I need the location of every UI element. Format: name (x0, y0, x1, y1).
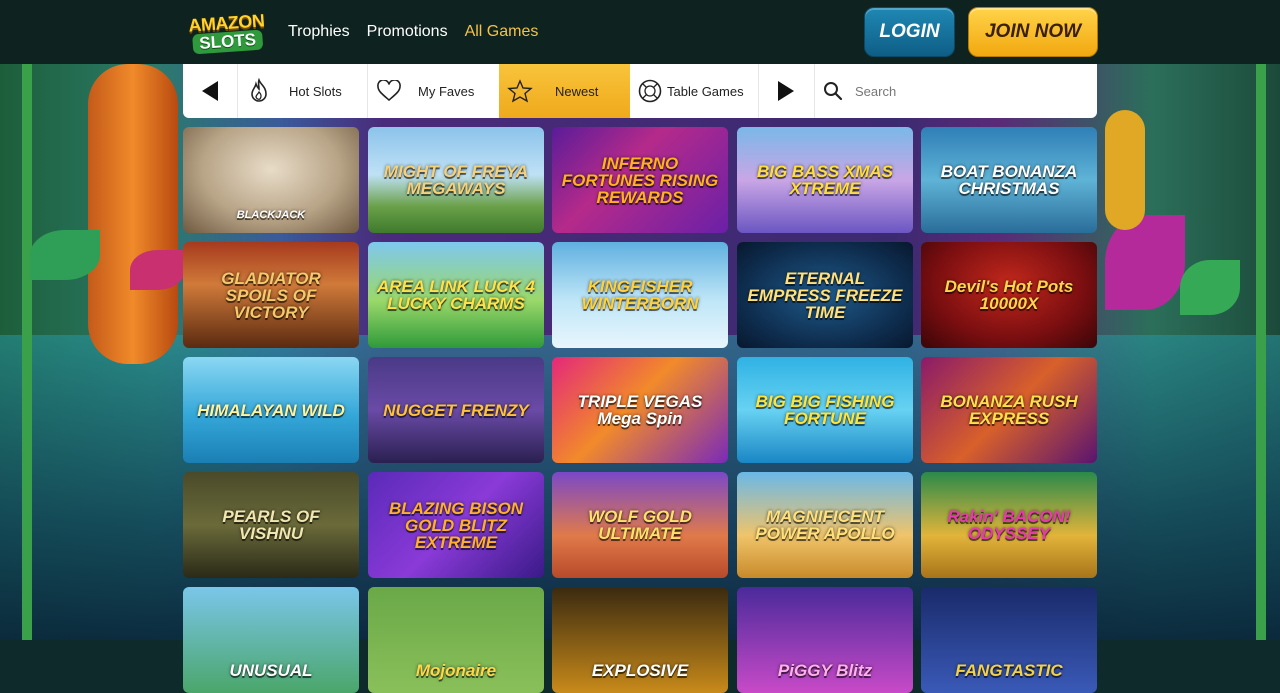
game-title: AREA LINK LUCK 4 LUCKY CHARMS (376, 277, 536, 313)
game-title: Devil's Hot Pots 10000X (944, 277, 1074, 313)
game-tile[interactable]: BLAZING BISON GOLD BLITZ EXTREME (368, 472, 544, 578)
brand-logo[interactable]: AMAZON SLOTS (180, 5, 273, 59)
game-title: Rakin' BACON! ODYSSEY (947, 507, 1071, 543)
game-tile[interactable]: GLADIATOR SPOILS OF VICTORY (183, 242, 359, 348)
filter-hot-slots[interactable]: Hot Slots (237, 64, 367, 118)
heart-icon (377, 80, 401, 102)
game-filter-bar: Hot Slots My Faves Newest Table Games (183, 64, 1097, 118)
game-tile[interactable]: TRIPLE VEGAS Mega Spin (552, 357, 728, 463)
game-title: FANGTASTIC (955, 660, 1063, 680)
game-tile[interactable]: KINGFISHER WINTERBORN (552, 242, 728, 348)
game-title: BLACKJACK (236, 208, 306, 221)
search-icon (824, 82, 843, 101)
right-green-leaf (1180, 260, 1240, 315)
game-tile[interactable]: Rakin' BACON! ODYSSEY (921, 472, 1097, 578)
game-tile[interactable]: Mojonaire (368, 587, 544, 693)
game-title: UNUSUAL (229, 660, 313, 680)
game-title: KINGFISHER WINTERBORN (581, 277, 699, 313)
game-tile[interactable]: INFERNO FORTUNES RISING REWARDS (552, 127, 728, 233)
search-box[interactable] (815, 64, 1097, 118)
game-title: EXPLOSIVE (591, 660, 689, 680)
game-tile[interactable]: Devil's Hot Pots 10000X (921, 242, 1097, 348)
left-leaf (30, 230, 100, 280)
game-title: HIMALAYAN WILD (197, 400, 345, 420)
game-title: WOLF GOLD ULTIMATE (588, 507, 692, 543)
right-bamboo (1256, 64, 1266, 640)
arrow-left-icon (202, 81, 218, 101)
game-tile[interactable]: PEARLS OF VISHNU (183, 472, 359, 578)
logo-text-bottom: SLOTS (191, 29, 264, 54)
game-title: PiGGY Blitz (777, 660, 873, 680)
game-title: BIG BASS XMAS XTREME (756, 162, 894, 198)
game-tile[interactable]: EXPLOSIVE (552, 587, 728, 693)
game-tile[interactable]: BOAT BONANZA CHRISTMAS (921, 127, 1097, 233)
search-input[interactable] (853, 82, 1077, 100)
game-title: BIG BIG FISHING FORTUNE (755, 392, 895, 428)
game-tile[interactable]: ETERNAL EMPRESS FREEZE TIME (737, 242, 913, 348)
game-title: BOAT BONANZA CHRISTMAS (940, 162, 1078, 198)
top-header: AMAZON SLOTS Trophies Promotions All Gam… (0, 0, 1280, 64)
flame-icon (251, 78, 267, 102)
game-tile[interactable]: MIGHT OF FREYA MEGAWAYS (368, 127, 544, 233)
filter-hot-slots-label: Hot Slots (289, 83, 342, 99)
game-tile[interactable]: WOLF GOLD ULTIMATE (552, 472, 728, 578)
game-tile[interactable]: NUGGET FRENZY (368, 357, 544, 463)
login-button[interactable]: LOGIN (864, 7, 955, 57)
game-tile[interactable]: HIMALAYAN WILD (183, 357, 359, 463)
left-pink-leaf (130, 250, 185, 290)
filter-table-games-label: Table Games (667, 83, 744, 99)
game-title: MIGHT OF FREYA MEGAWAYS (383, 162, 529, 198)
right-purple-leaf (1105, 215, 1185, 310)
game-tile[interactable]: PiGGY Blitz (737, 587, 913, 693)
arrow-right-icon (778, 81, 794, 101)
filter-newest-label: Newest (555, 83, 599, 99)
game-tile[interactable]: BIG BASS XMAS XTREME (737, 127, 913, 233)
game-title: PEARLS OF VISHNU (222, 507, 320, 543)
scroll-right-button[interactable] (758, 64, 814, 118)
game-title: GLADIATOR SPOILS OF VICTORY (221, 268, 321, 322)
game-title: MAGNIFICENT POWER APOLLO (755, 507, 895, 543)
nav-promotions[interactable]: Promotions (367, 23, 448, 41)
game-tile[interactable]: MAGNIFICENT POWER APOLLO (737, 472, 913, 578)
left-bamboo (22, 64, 32, 640)
main-nav: Trophies Promotions All Games (288, 0, 538, 64)
nav-trophies[interactable]: Trophies (288, 23, 350, 41)
game-tile[interactable]: BLACKJACK (183, 127, 359, 233)
game-title: NUGGET FRENZY (383, 400, 529, 420)
game-tile[interactable]: AREA LINK LUCK 4 LUCKY CHARMS (368, 242, 544, 348)
game-tile[interactable]: UNUSUAL (183, 587, 359, 693)
game-title: INFERNO FORTUNES RISING REWARDS (561, 153, 719, 207)
game-title: ETERNAL EMPRESS FREEZE TIME (747, 268, 903, 322)
game-tile[interactable]: BONANZA RUSH EXPRESS (921, 357, 1097, 463)
game-title: Mojonaire (415, 660, 497, 680)
game-title: BLAZING BISON GOLD BLITZ EXTREME (388, 498, 524, 552)
game-tile[interactable]: BIG BIG FISHING FORTUNE (737, 357, 913, 463)
nav-all-games[interactable]: All Games (465, 23, 539, 41)
right-fern (1105, 110, 1145, 230)
filter-table-games[interactable]: Table Games (630, 64, 758, 118)
filter-my-faves[interactable]: My Faves (367, 64, 498, 118)
star-icon (507, 79, 533, 103)
game-tile[interactable]: FANGTASTIC (921, 587, 1097, 693)
left-tree-trunk (88, 64, 178, 364)
filter-newest[interactable]: Newest (499, 64, 630, 118)
filter-my-faves-label: My Faves (418, 83, 475, 99)
poker-chip-icon (638, 79, 662, 103)
join-now-button[interactable]: JOIN NOW (968, 7, 1098, 57)
game-title: BONANZA RUSH EXPRESS (940, 392, 1078, 428)
scroll-left-button[interactable] (183, 64, 237, 118)
game-title: TRIPLE VEGAS Mega Spin (577, 392, 703, 428)
